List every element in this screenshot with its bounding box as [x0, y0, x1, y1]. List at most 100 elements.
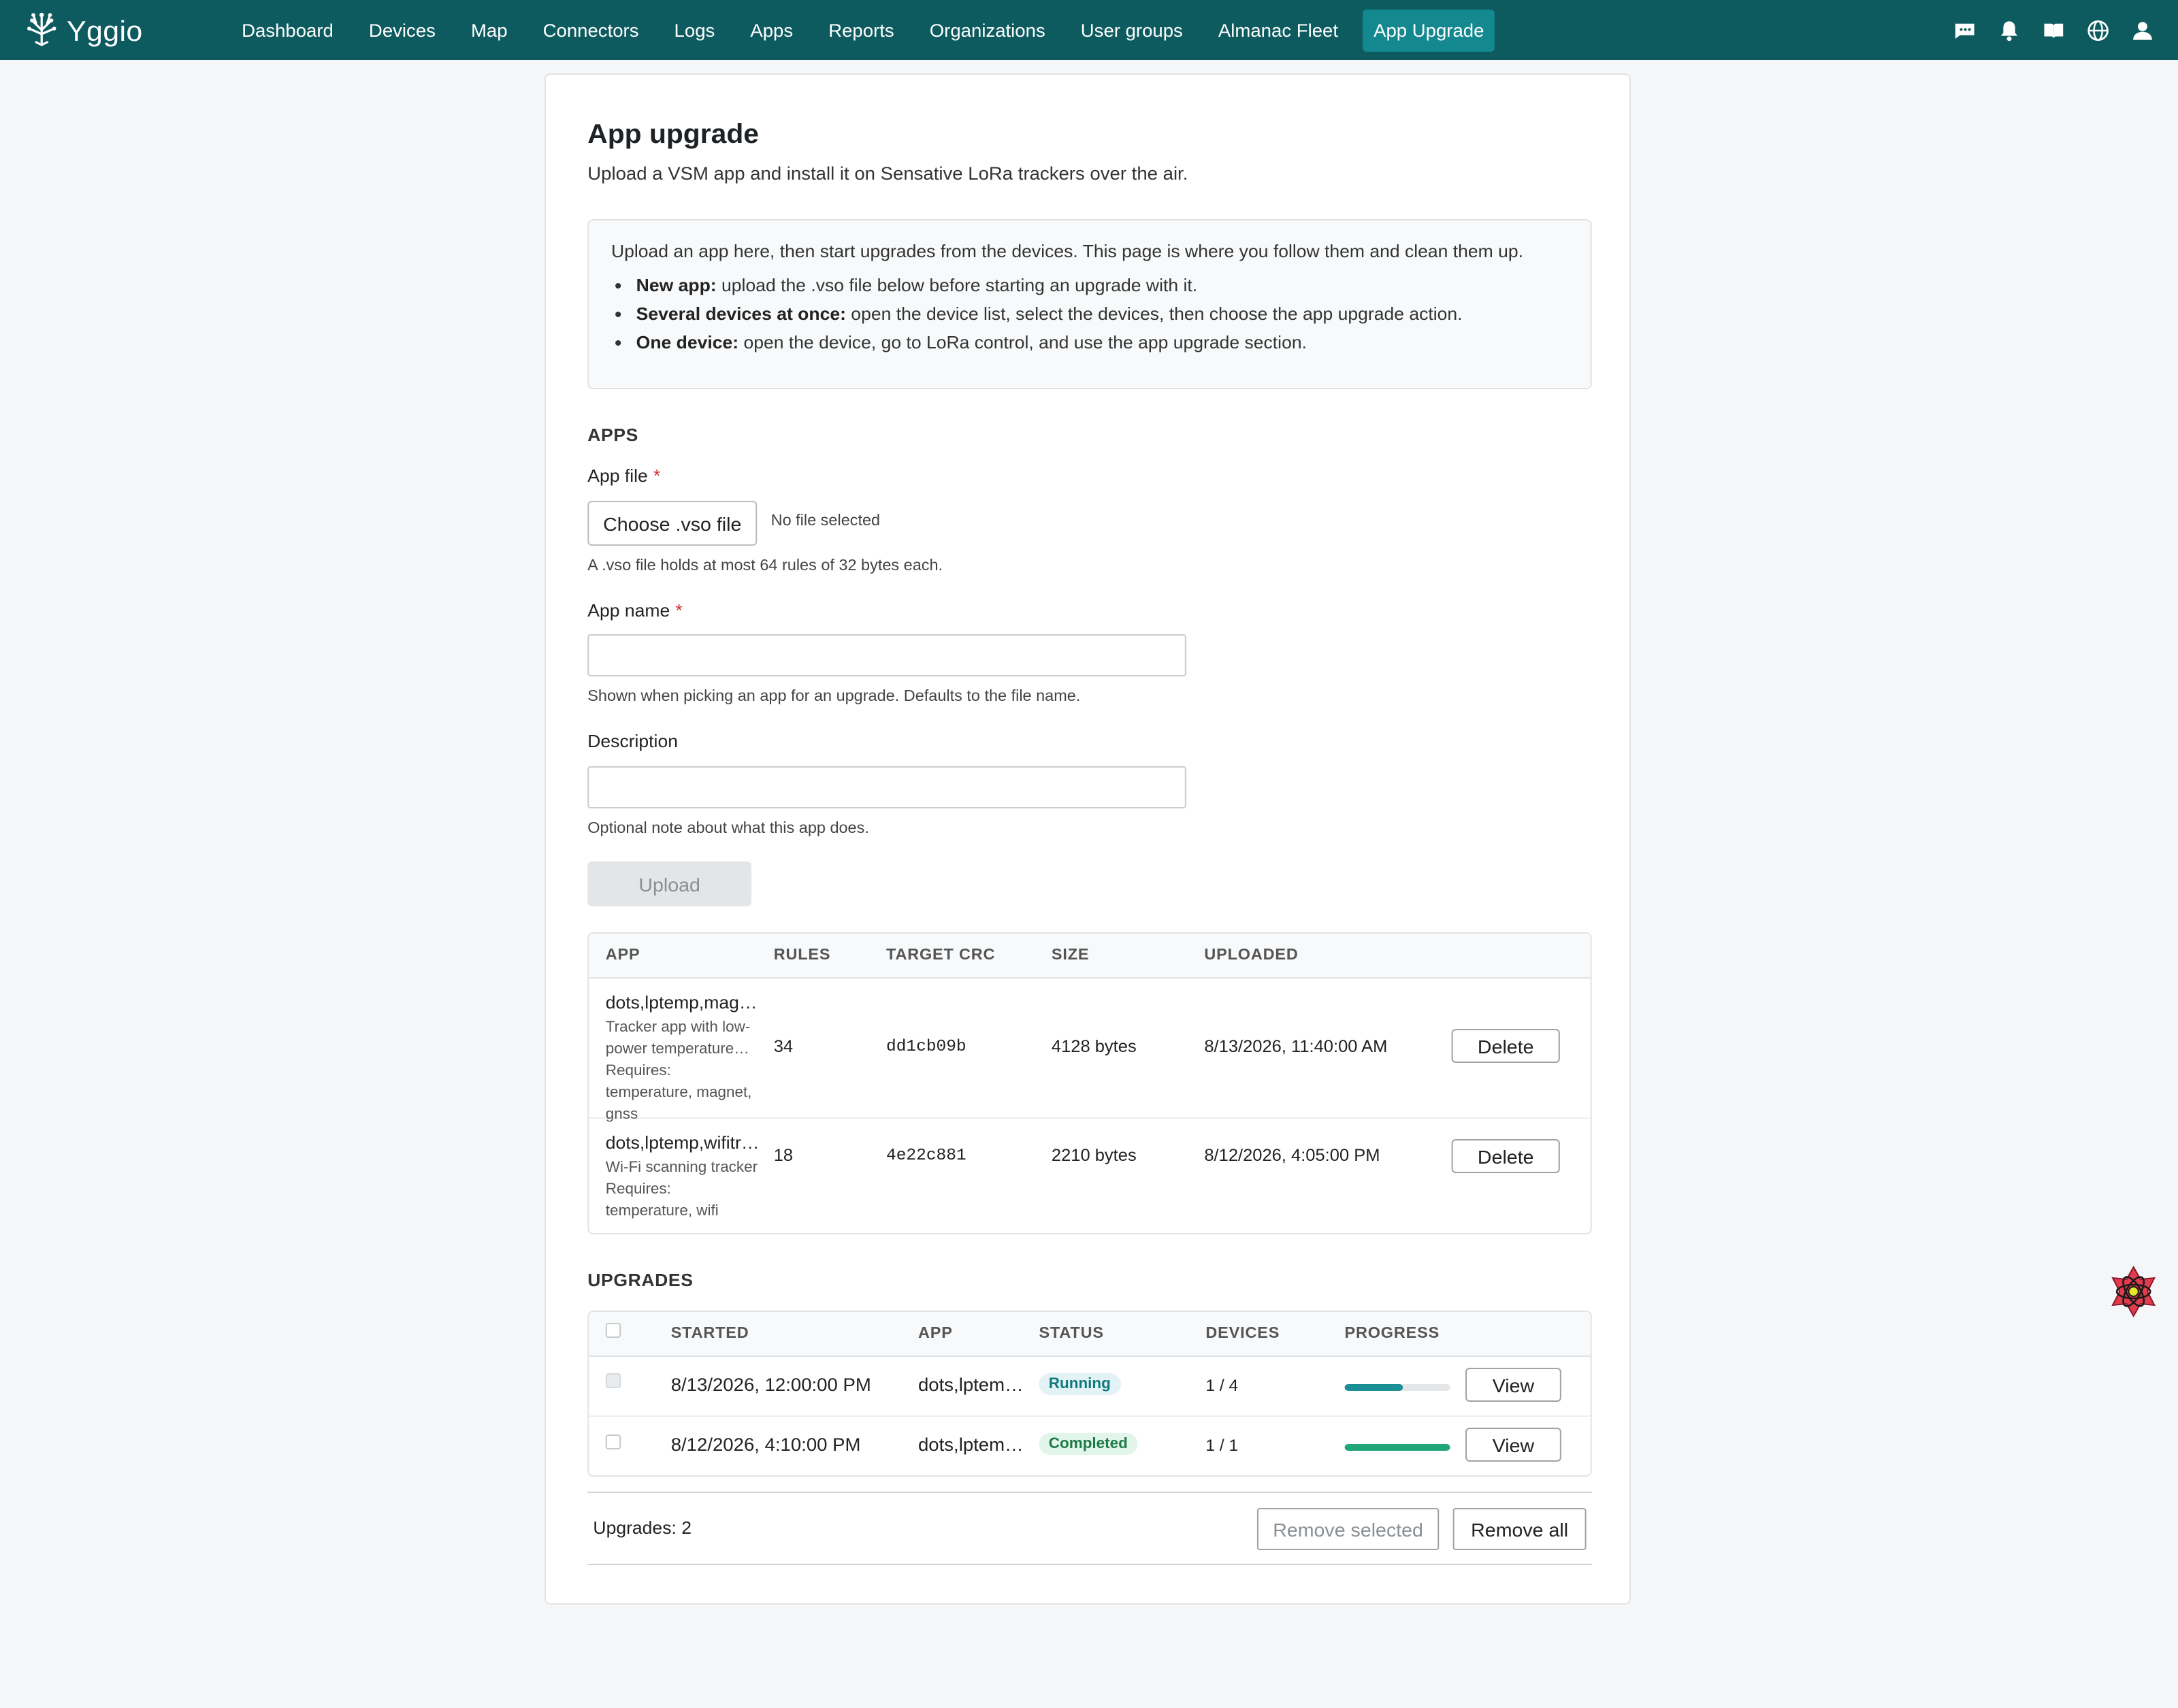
- info-box: Upload an app here, then start upgrades …: [587, 219, 1592, 389]
- info-item-several-devices: Several devices at once: open the device…: [636, 303, 1568, 324]
- upload-button[interactable]: Upload: [587, 861, 752, 906]
- col-header-progress: PROGRESS: [1344, 1326, 1440, 1342]
- app-upgrade-card: App upgrade Upload a VSM app and install…: [544, 73, 1631, 1605]
- row-checkbox[interactable]: [605, 1434, 621, 1449]
- row-checkbox: [605, 1373, 621, 1388]
- app-target-crc: 4e22c881: [886, 1146, 966, 1165]
- nav-item-connectors[interactable]: Connectors: [532, 10, 650, 52]
- tree-logo-icon: [25, 11, 59, 53]
- app-uploaded: 8/12/2026, 4:05:00 PM: [1204, 1146, 1380, 1165]
- nav-item-user-groups[interactable]: User groups: [1069, 10, 1194, 52]
- user-icon[interactable]: [2128, 16, 2156, 44]
- info-item-one-device: One device: open the device, go to LoRa …: [636, 332, 1568, 352]
- table-row: 8/13/2026, 12:00:00 PM dots,lptemp,magne…: [589, 1357, 1591, 1417]
- upgrades-table: STARTED APP STATUS DEVICES PROGRESS 8/13…: [587, 1311, 1592, 1477]
- upgrade-devices: 1 / 1: [1205, 1436, 1239, 1455]
- upgrades-footer: Upgrades: 2 Remove selected Remove all: [587, 1492, 1592, 1565]
- view-upgrade-button[interactable]: View: [1465, 1368, 1561, 1402]
- apps-table-header: APP RULES TARGET CRC SIZE UPLOADED: [589, 934, 1591, 979]
- app-file-label: App file *: [587, 465, 661, 486]
- nav-item-map[interactable]: Map: [460, 10, 519, 52]
- app-name: dots,lptemp,wifitracker: [605, 1132, 762, 1153]
- col-header-rules: RULES: [773, 947, 831, 964]
- app-rules: 34: [773, 1037, 794, 1056]
- app-size: 2210 bytes: [1051, 1146, 1137, 1165]
- nav-item-organizations[interactable]: Organizations: [918, 10, 1056, 52]
- upgrade-started: 8/12/2026, 4:10:00 PM: [670, 1434, 861, 1455]
- col-header-size: SIZE: [1051, 947, 1090, 964]
- upgrades-count: Upgrades: 2: [593, 1517, 692, 1538]
- progress-fill: [1344, 1444, 1450, 1451]
- upgrade-app: dots,lptemp,magnet,gnss: [917, 1375, 1029, 1395]
- nav-icon-group: [1934, 16, 2156, 44]
- globe-icon[interactable]: [2083, 16, 2111, 44]
- col-header-app: APP: [605, 947, 640, 964]
- app-name: dots,lptemp,magnet,gnss: [605, 992, 762, 1013]
- progress-fill: [1344, 1384, 1403, 1391]
- top-navigation-bar: Yggio Dashboard Devices Map Connectors L…: [0, 0, 2178, 60]
- floating-devtools-icon[interactable]: [2106, 1264, 2162, 1319]
- page-title: App upgrade: [587, 120, 759, 150]
- col-header-uploaded: UPLOADED: [1204, 947, 1299, 964]
- nav-item-apps[interactable]: Apps: [739, 10, 804, 52]
- app-description: Tracker app with low-power temperature l…: [606, 1017, 762, 1126]
- nav-item-devices[interactable]: Devices: [358, 10, 447, 52]
- app-uploaded: 8/13/2026, 11:40:00 AM: [1204, 1037, 1388, 1056]
- col-header-app: APP: [917, 1326, 953, 1342]
- required-mark: *: [675, 600, 683, 621]
- description-label: Description: [587, 731, 678, 751]
- upgrade-started: 8/13/2026, 12:00:00 PM: [670, 1375, 871, 1395]
- apps-section-heading: APPS: [587, 425, 638, 445]
- progress-bar: [1344, 1384, 1450, 1391]
- select-all-checkbox[interactable]: [605, 1323, 621, 1338]
- description-help: Optional note about what this app does.: [587, 821, 869, 837]
- book-icon[interactable]: [2039, 16, 2067, 44]
- required-mark: *: [653, 465, 661, 486]
- remove-all-button[interactable]: Remove all: [1452, 1508, 1587, 1550]
- table-row: 8/12/2026, 4:10:00 PM dots,lptemp,wifitr…: [589, 1417, 1590, 1475]
- table-row: dots,lptemp,magnet,gnss Tracker app with…: [589, 979, 1591, 1123]
- info-item-new-app: New app: upload the .vso file below befo…: [636, 275, 1568, 295]
- nav-item-dashboard[interactable]: Dashboard: [231, 10, 344, 52]
- app-name-input[interactable]: [587, 634, 1186, 676]
- col-header-devices: DEVICES: [1205, 1326, 1280, 1342]
- brand[interactable]: Yggio: [25, 11, 143, 53]
- app-name-help: Shown when picking an app for an upgrade…: [587, 689, 1081, 705]
- view-upgrade-button[interactable]: View: [1465, 1428, 1561, 1462]
- upgrade-app: dots,lptemp,wifitracker: [917, 1434, 1029, 1455]
- nav-item-logs[interactable]: Logs: [663, 10, 726, 52]
- app-description: Wi-Fi scanning tracker Requires: tempera…: [606, 1157, 762, 1222]
- app-name-label: App name *: [587, 600, 683, 621]
- nav-item-app-upgrade[interactable]: App Upgrade: [1362, 10, 1495, 52]
- page-subtitle: Upload a VSM app and install it on Sensa…: [587, 163, 1188, 184]
- app-requires: Requires: temperature, magnet, gnss: [605, 1063, 752, 1123]
- info-list: New app: upload the .vso file below befo…: [611, 275, 1568, 352]
- status-badge: Running: [1039, 1373, 1121, 1395]
- upgrade-devices: 1 / 4: [1205, 1376, 1239, 1395]
- description-input[interactable]: [587, 766, 1186, 808]
- bell-icon[interactable]: [1995, 16, 2023, 44]
- app-requires: Requires: temperature, wifi: [605, 1181, 719, 1219]
- nav-menu: Dashboard Devices Map Connectors Logs Ap…: [231, 10, 1508, 52]
- nav-item-almanac-fleet[interactable]: Almanac Fleet: [1207, 10, 1350, 52]
- delete-app-button[interactable]: Delete: [1451, 1029, 1560, 1063]
- nav-item-reports[interactable]: Reports: [817, 10, 905, 52]
- app-file-help: A .vso file holds at most 64 rules of 32…: [587, 558, 943, 574]
- remove-selected-button[interactable]: Remove selected: [1256, 1508, 1440, 1550]
- brand-name: Yggio: [66, 16, 143, 47]
- table-row: dots,lptemp,wifitracker Wi-Fi scanning t…: [589, 1119, 1590, 1233]
- choose-file-button[interactable]: Choose .vso file: [587, 501, 758, 546]
- app-target-crc: dd1cb09b: [886, 1037, 966, 1056]
- col-header-status: STATUS: [1039, 1326, 1104, 1342]
- delete-app-button[interactable]: Delete: [1451, 1139, 1560, 1173]
- col-header-started: STARTED: [670, 1326, 749, 1342]
- col-header-target-crc: TARGET CRC: [886, 947, 996, 964]
- file-status: No file selected: [770, 513, 881, 529]
- upgrades-section-heading: UPGRADES: [587, 1270, 694, 1290]
- app-size: 4128 bytes: [1051, 1037, 1137, 1056]
- app-stage: Yggio Dashboard Devices Map Connectors L…: [0, 0, 2178, 1708]
- app-rules: 18: [773, 1146, 794, 1165]
- info-intro: Upload an app here, then start upgrades …: [611, 241, 1524, 261]
- message-icon[interactable]: [1950, 16, 1978, 44]
- apps-table: APP RULES TARGET CRC SIZE UPLOADED dots,…: [587, 932, 1592, 1234]
